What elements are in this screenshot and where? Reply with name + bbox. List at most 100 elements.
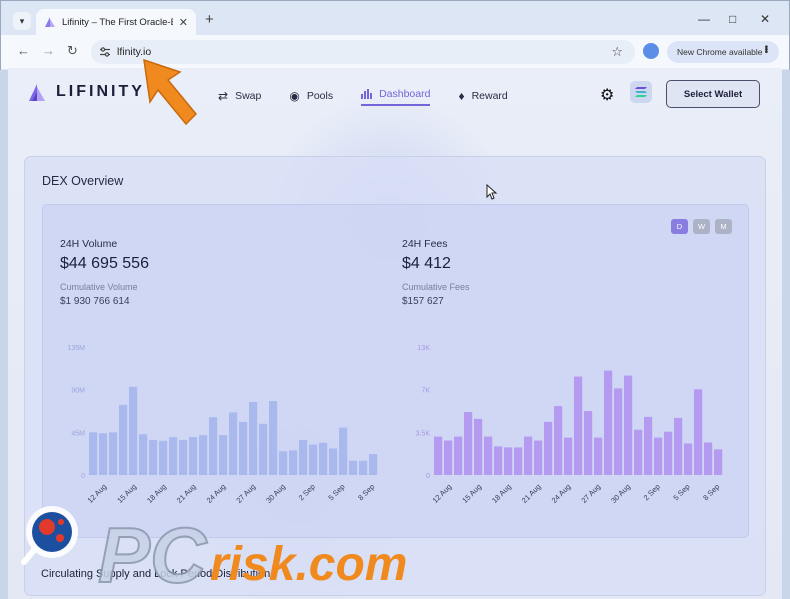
period-week-button[interactable]: W [693,219,710,234]
chart-bar[interactable] [714,449,723,475]
nav-pools[interactable]: ◉ Pools [289,86,333,106]
site-info-icon[interactable] [99,46,111,58]
nav-label: Swap [235,90,262,102]
nav-label: Reward [471,90,508,102]
chart-bar[interactable] [534,440,543,475]
chart-bar[interactable] [139,434,148,475]
pools-icon: ◉ [289,89,300,103]
lifinity-logo[interactable]: LIFINITY [28,82,145,102]
chart-bar[interactable] [634,429,643,475]
chart-bar[interactable] [564,437,573,475]
chart-bar[interactable] [514,447,523,475]
chart-bar[interactable] [99,433,108,475]
chart-bar[interactable] [249,401,258,475]
minimize-icon[interactable]: — [698,13,710,25]
chart-bar[interactable] [694,389,703,475]
x-tick-label: 21 Aug [520,482,543,505]
chart-bar[interactable] [574,376,583,475]
chart-bar[interactable] [149,439,158,475]
nav-label: Pools [306,90,334,102]
x-tick-label: 18 Aug [490,482,513,505]
chart-bar[interactable] [169,437,178,475]
chart-bar[interactable] [199,435,208,475]
profile-avatar-icon[interactable] [643,43,659,59]
forward-icon[interactable]: → [42,44,55,58]
chart-bar[interactable] [279,451,288,475]
back-icon[interactable]: ← [17,44,30,58]
chart-bar[interactable] [484,436,493,475]
nav-swap[interactable]: ⇄ Swap [218,86,261,106]
chart-bar[interactable] [229,412,238,475]
chart-bar[interactable] [504,447,513,475]
tab-close-icon[interactable]: ✕ [179,16,188,29]
settings-gear-icon[interactable]: ⚙ [600,85,614,105]
reload-icon[interactable]: ↻ [67,44,78,58]
chart-bar[interactable] [329,448,338,475]
chart-bar[interactable] [189,437,198,475]
chart-bar[interactable] [269,401,278,475]
chart-bar[interactable] [664,431,673,475]
chart-bar[interactable] [359,460,368,475]
chart-bar[interactable] [119,404,128,475]
nav-reward[interactable]: ♦ Reward [458,86,507,106]
nav-dashboard[interactable]: Dashboard [361,86,431,106]
chart-bar[interactable] [289,450,298,475]
chart-bar[interactable] [594,437,603,475]
dashboard-icon [361,89,373,99]
chart-bar[interactable] [474,418,483,475]
maximize-icon[interactable]: □ [729,13,736,25]
chart-bar[interactable] [209,417,218,475]
chart-bar[interactable] [584,411,593,475]
chart-bar[interactable] [464,411,473,475]
chart-bar[interactable] [219,435,228,475]
chart-bar[interactable] [554,406,563,475]
chart-bar[interactable] [544,421,553,475]
chart-bar[interactable] [339,427,348,475]
tab-search-icon[interactable]: ▾ [13,12,31,30]
chart-bar[interactable] [604,370,613,475]
chart-bar[interactable] [704,442,713,475]
chart-bar[interactable] [309,444,318,475]
chart-bar[interactable] [644,416,653,475]
chart-bar[interactable] [129,386,138,475]
chart-bar[interactable] [614,388,623,475]
chart-bar[interactable] [299,439,308,475]
chart-bar[interactable] [444,440,453,475]
chart-bar[interactable] [674,417,683,475]
chart-bar[interactable] [624,375,633,475]
bookmark-star-icon[interactable]: ☆ [611,44,623,60]
chart-bar[interactable] [239,421,248,475]
chart-bar[interactable] [179,439,188,475]
chrome-update-button[interactable]: New Chrome available ••• [667,41,779,63]
watermark-text: risk.com [210,538,407,591]
browser-tab[interactable]: Lifinity – The First Oracle-Based ✕ [36,9,196,35]
chart-bar[interactable] [319,442,328,475]
period-month-button[interactable]: M [715,219,732,234]
chart-bar[interactable] [454,436,463,475]
chart-bar[interactable] [654,437,663,475]
chart-bar[interactable] [684,443,693,475]
close-window-icon[interactable]: ✕ [760,13,770,25]
svg-text:PC: PC [98,511,208,599]
pcrisk-watermark: PC risk.com [21,506,407,599]
chart-bar[interactable] [434,436,443,475]
chart-bar[interactable] [524,436,533,475]
reward-icon: ♦ [458,89,465,103]
new-tab-icon[interactable]: + [205,12,214,27]
chart-bar[interactable] [159,440,168,475]
x-tick-label: 30 Aug [609,482,632,505]
solana-network-button[interactable] [630,81,652,103]
cumulative-volume-value: $1 930 766 614 [60,296,130,307]
volume-bar-chart: 045M90M135M12 Aug 15 Aug 18 Aug 21 Aug 24 Au… [67,345,378,505]
chart-bar[interactable] [494,446,503,475]
orange-arrow-icon [143,58,198,126]
chart-bar[interactable] [259,423,268,475]
kebab-menu-icon[interactable]: ••• [760,45,771,53]
select-wallet-button[interactable]: Select Wallet [666,80,760,108]
fees-label: 24H Fees [402,238,448,250]
chart-bar[interactable] [369,454,378,475]
period-day-button[interactable]: D [671,219,688,234]
chart-bar[interactable] [109,432,118,475]
chart-bar[interactable] [349,460,358,475]
chart-bar[interactable] [89,432,98,475]
